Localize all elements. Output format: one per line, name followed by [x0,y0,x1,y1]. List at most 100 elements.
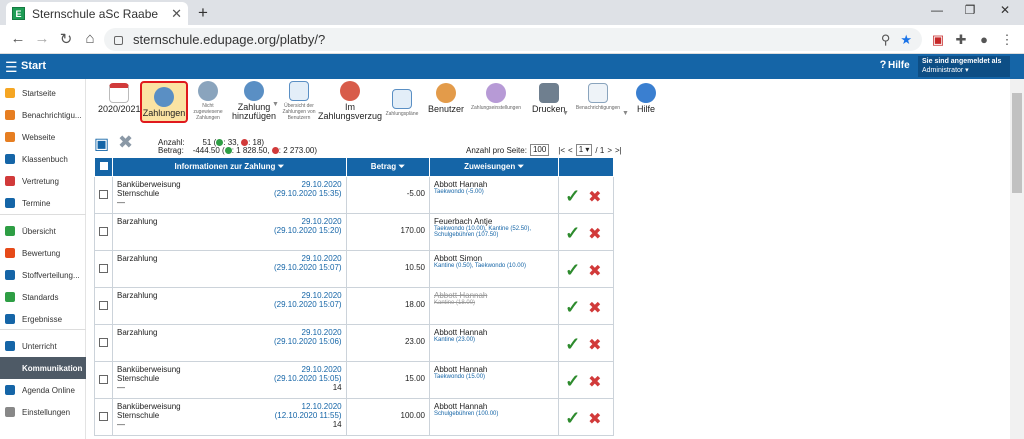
checkmark-icon[interactable]: ✓ [565,334,580,355]
row-checkbox[interactable] [99,190,108,199]
sidebar-item-4[interactable]: Vertretung [0,170,86,192]
row-select-cell[interactable] [94,176,113,214]
url-field[interactable]: sternschule.edupage.org/platby/? ⚲ ★ [104,28,922,51]
search-icon[interactable]: ⚲ [881,32,891,48]
page-scrollbar[interactable] [1010,79,1024,439]
row-select-cell[interactable] [94,250,113,288]
tab-close-icon[interactable]: ✕ [171,6,182,22]
student-name[interactable]: Feuerbach Antje [434,217,554,226]
student-name[interactable]: Abbott Hannah [434,365,554,374]
sidebar-item-9[interactable]: Standards [0,286,86,308]
prev-page-button[interactable]: < [568,146,573,155]
table-row[interactable]: Banküberweisung Sternschule — 29.10.2020 (29… [94,176,614,214]
checkmark-icon[interactable]: ✓ [565,260,580,281]
sidebar-item-10[interactable]: Ergebnisse [0,308,86,330]
row-checkbox[interactable] [99,412,108,421]
tools-icon[interactable]: ✖ [118,132,133,153]
zahlungsplaene-button[interactable]: Zahlungspläne [382,89,422,117]
chevron-down-icon[interactable]: ▼ [562,110,569,117]
filter-icon[interactable]: ⏷ [518,162,524,171]
chevron-down-icon[interactable]: ▼ [622,110,629,117]
first-page-button[interactable]: |< [558,146,565,155]
back-icon[interactable]: ← [8,30,28,47]
checkmark-icon[interactable]: ✓ [565,408,580,429]
filter-icon[interactable]: ⏷ [278,162,284,171]
select-all-header[interactable] [94,157,113,177]
student-name[interactable]: Abbott Simon [434,254,554,263]
scrollbar-thumb[interactable] [1012,93,1022,193]
zahlungsverzug-button[interactable]: Im Zahlungsverzug [318,81,382,121]
pdf-extension-icon[interactable]: ▣ [929,32,947,48]
edit-tools-icon[interactable]: ✖ [588,372,601,392]
start-link[interactable]: Start [21,60,46,72]
edit-tools-icon[interactable]: ✖ [588,224,601,244]
row-select-cell[interactable] [94,324,113,362]
page-select[interactable]: 1 ▾ [575,144,593,156]
row-select-cell[interactable] [94,287,113,325]
row-select-cell[interactable] [94,213,113,251]
uebersicht-button[interactable]: Übersicht der Zahlungen von Benutzern [280,81,318,121]
edit-tools-icon[interactable]: ✖ [588,261,601,281]
zahlungseinstellungen-button[interactable]: Zahlungseinstellungen [468,83,524,111]
checkmark-icon[interactable]: ✓ [565,186,580,207]
year-button[interactable]: 2020/2021 [98,83,141,114]
student-name[interactable]: Abbott Hannah [434,402,554,411]
info-header[interactable]: Informationen zur Zahlung ⏷ [112,157,347,177]
table-row[interactable]: Barzahlung 29.10.2020 (29.10.2020 15:07) 10… [94,250,614,288]
table-row[interactable]: Banküberweisung Sternschule — 12.10.2020 (12… [94,398,614,436]
filter-icon[interactable]: ⏷ [398,162,404,171]
restore-icon[interactable]: ❐ [955,3,985,17]
edit-tools-icon[interactable]: ✖ [588,298,601,318]
sidebar-item-3[interactable]: Klassenbuch [0,148,86,170]
minimize-icon[interactable]: — [922,3,952,17]
zuweisungen-header[interactable]: Zuweisungen ⏷ [428,157,560,177]
sidebar-item-5[interactable]: Termine [0,192,86,214]
edit-tools-icon[interactable]: ✖ [588,187,601,207]
per-page-input[interactable]: 100 [529,144,550,156]
sidebar-item-6[interactable]: Übersicht [0,220,86,242]
table-row[interactable]: Barzahlung 29.10.2020 (29.10.2020 15:07) 18… [94,287,614,325]
home-icon[interactable]: ⌂ [80,30,100,47]
sidebar-item-0[interactable]: Startseite [0,82,86,104]
edit-tools-icon[interactable]: ✖ [588,409,601,429]
select-all-checkbox[interactable] [99,162,108,170]
extensions-icon[interactable]: ✚ [952,32,970,48]
new-tab-button[interactable]: + [194,4,212,22]
betrag-header[interactable]: Betrag ⏷ [345,157,431,177]
row-checkbox[interactable] [99,301,108,310]
table-row[interactable]: Barzahlung 29.10.2020 (29.10.2020 15:20) 17… [94,213,614,251]
row-checkbox[interactable] [99,227,108,236]
row-checkbox[interactable] [99,375,108,384]
table-row[interactable]: Barzahlung 29.10.2020 (29.10.2020 15:06) 23… [94,324,614,362]
student-name[interactable]: Abbott Hannah [434,180,554,189]
sidebar-item-7[interactable]: Bewertung [0,242,86,264]
bookmark-star-icon[interactable]: ★ [900,32,912,48]
sidebar-item-13[interactable]: Agenda Online [0,379,86,401]
profile-icon[interactable]: ● [975,32,993,47]
sidebar-item-1[interactable]: Benachrichtigu... [0,104,86,126]
row-select-cell[interactable] [94,398,113,436]
sidebar-item-14[interactable]: Einstellungen [0,401,86,423]
reload-icon[interactable]: ↻ [56,30,76,48]
menu-dots-icon[interactable]: ⋮ [998,32,1016,48]
sidebar-item-12[interactable]: Kommunikation [0,357,86,379]
window-close-icon[interactable]: ✕ [990,3,1020,17]
row-select-cell[interactable] [94,361,113,399]
save-disk-icon[interactable]: ▣ [94,134,109,154]
hilfe-button[interactable]: Hilfe [636,83,656,114]
user-menu[interactable]: Sie sind angemeldet als Administrator ▾ [918,56,1010,77]
nicht-zugewiesen-button[interactable]: Nicht zugewiesene Zahlungen [192,81,224,121]
browser-tab[interactable]: E Sternschule aSc Raabe ✕ [6,2,188,25]
benachrichtigungen-button[interactable]: Benachrichtigungen [574,83,622,111]
zahlungen-button[interactable]: Zahlungen [140,81,188,123]
next-page-button[interactable]: > [607,146,612,155]
help-link[interactable]: Hilfe [888,60,910,71]
checkmark-icon[interactable]: ✓ [565,371,580,392]
sidebar-item-2[interactable]: Webseite [0,126,86,148]
last-page-button[interactable]: >| [615,146,622,155]
forward-icon[interactable]: → [32,30,52,47]
row-checkbox[interactable] [99,264,108,273]
student-name[interactable]: Abbott Hannah [434,328,554,337]
sidebar-item-11[interactable]: Unterricht [0,335,86,357]
table-row[interactable]: Banküberweisung Sternschule — 29.10.2020 (29… [94,361,614,399]
